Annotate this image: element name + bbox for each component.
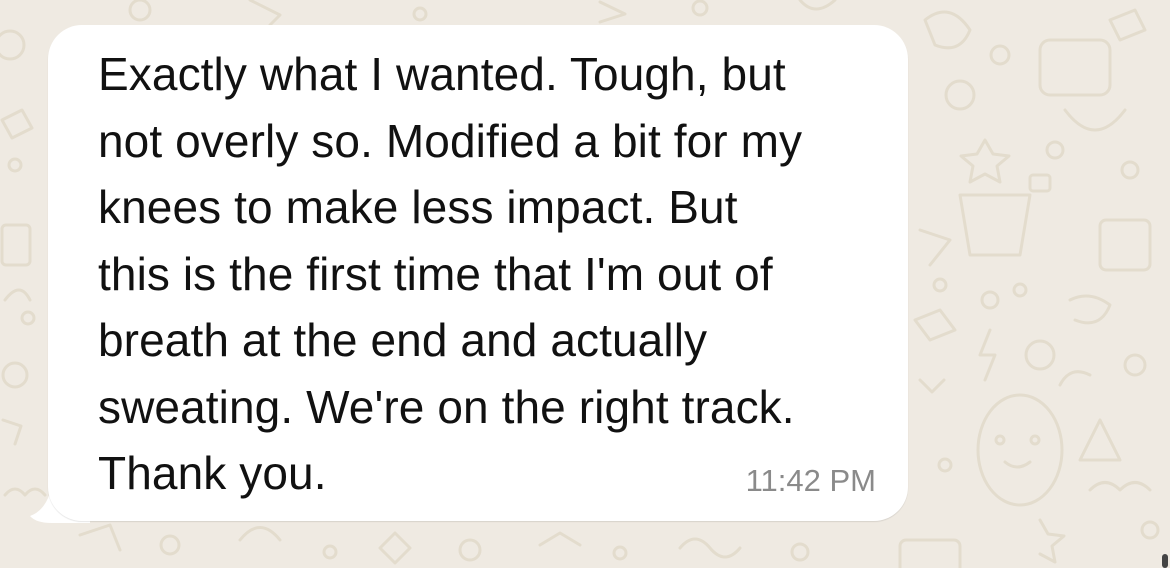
scroll-indicator[interactable] <box>1162 554 1168 568</box>
message-timestamp: 11:42 PM <box>745 463 876 498</box>
message-bubble[interactable]: Exactly what I wanted. Tough, but not ov… <box>30 25 908 523</box>
message-text: Exactly what I wanted. Tough, but not ov… <box>98 48 803 499</box>
message-bubble-body: Exactly what I wanted. Tough, but not ov… <box>48 25 908 521</box>
